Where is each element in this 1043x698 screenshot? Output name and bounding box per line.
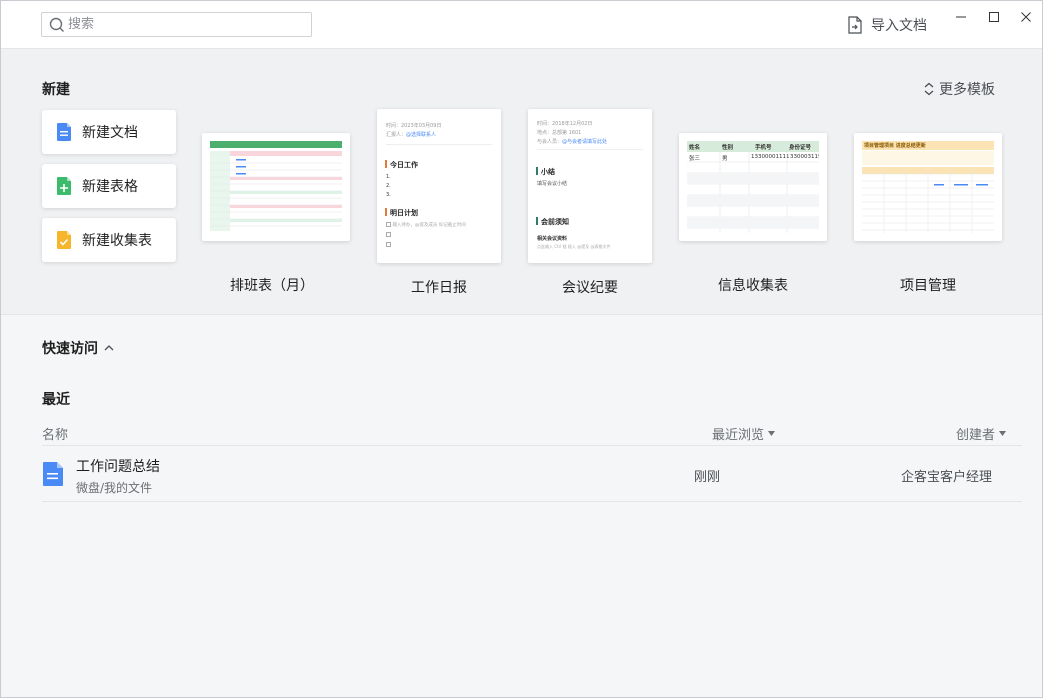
meeting-heading-notice: 会前须知 xyxy=(541,218,569,226)
meeting-place: 地点：总部第 1601 xyxy=(537,130,582,136)
column-header-creator-label: 创建者 xyxy=(956,428,996,443)
close-button[interactable] xyxy=(1013,7,1039,27)
meeting-related-materials: 相关会议资料 xyxy=(537,236,568,242)
checkbox-icon xyxy=(386,222,391,227)
meeting-summary-text: 填写会议小结 xyxy=(537,181,568,187)
recent-file-path: 微盘/我的文件 xyxy=(76,481,153,495)
sort-down-icon xyxy=(999,431,1007,436)
import-file-icon xyxy=(848,16,862,34)
template-project-management-label: 项目管理 xyxy=(900,278,956,294)
meeting-insert-hint: 点此输入 Ctrl 链 插入 @提及 @表格文件 xyxy=(537,244,611,249)
divider xyxy=(42,445,1022,446)
more-templates-label: 更多模板 xyxy=(939,82,995,98)
heading-marker xyxy=(536,167,538,175)
column-header-last-viewed[interactable]: 最近浏览 xyxy=(712,424,776,443)
maximize-button[interactable] xyxy=(981,7,1007,27)
title-bar: 导入文档 xyxy=(1,1,1042,49)
minimize-button[interactable] xyxy=(948,7,974,27)
meeting-heading-summary: 小结 xyxy=(541,168,555,176)
new-document-label: 新建文档 xyxy=(82,125,138,141)
divider xyxy=(386,144,492,145)
new-section-title: 新建 xyxy=(42,82,70,98)
divider xyxy=(537,149,643,150)
sort-down-icon xyxy=(768,431,776,436)
daily-report-reporter-label: 汇报人： xyxy=(386,132,407,138)
template-schedule-label: 排班表（月） xyxy=(230,278,314,294)
more-templates-button[interactable]: 更多模板 xyxy=(923,79,995,99)
column-header-name-label: 名称 xyxy=(42,428,69,443)
daily-report-list: 1. 2. 3. xyxy=(386,174,391,198)
new-document-button[interactable]: 新建文档 xyxy=(42,110,176,154)
search-icon xyxy=(49,17,64,32)
template-project-management-card[interactable]: 项目管理项目 进度总结更新 xyxy=(854,133,1002,241)
maximize-icon xyxy=(989,12,999,22)
template-meeting-minutes-card[interactable]: 时间：2018年12月02日 地点：总部第 1601 与会人员：@与会者请填写此… xyxy=(528,109,652,263)
quick-access-title: 快速访问 xyxy=(42,341,98,357)
sheet-icon xyxy=(57,177,71,195)
recent-title: 最近 xyxy=(42,392,70,408)
template-meeting-minutes-label: 会议纪要 xyxy=(562,280,618,296)
column-header-last-viewed-label: 最近浏览 xyxy=(712,428,765,443)
template-schedule-card[interactable] xyxy=(202,133,350,241)
meeting-date: 时间：2018年12月02日 xyxy=(537,121,593,127)
project-table-grid xyxy=(862,151,994,233)
new-collection-form-label: 新建收集表 xyxy=(82,233,152,249)
meeting-attendees: @与会者请填写此处 xyxy=(562,139,608,145)
column-header-creator[interactable]: 创建者 xyxy=(956,424,1007,443)
schedule-thumbnail xyxy=(210,141,342,231)
checkbox-icon xyxy=(386,232,391,237)
new-spreadsheet-label: 新建表格 xyxy=(82,179,138,195)
heading-marker xyxy=(385,208,387,216)
form-icon xyxy=(57,231,71,249)
minimize-icon xyxy=(956,16,966,18)
recent-file-creator: 企客宝客户经理 xyxy=(901,470,993,485)
daily-report-date: 时间：2023年03月09日 xyxy=(386,123,442,129)
checkbox-icon xyxy=(386,242,391,247)
meeting-attendees-label: 与会人员： xyxy=(537,139,563,145)
close-icon xyxy=(1021,12,1031,22)
new-spreadsheet-button[interactable]: 新建表格 xyxy=(42,164,176,208)
info-table-grid xyxy=(687,141,819,233)
daily-report-reporter: @选择联系人 xyxy=(406,132,437,138)
new-collection-form-button[interactable]: 新建收集表 xyxy=(42,218,176,262)
template-daily-report-card[interactable]: 时间：2023年03月09日 汇报人：@选择联系人 今日工作 1. 2. 3. 明日… xyxy=(377,109,501,263)
app-window: 导入文档 新建 更多模板 新建文档 xyxy=(0,0,1043,698)
daily-report-heading-today: 今日工作 xyxy=(390,161,418,169)
search-input[interactable] xyxy=(68,13,298,36)
daily-report-todos: 输入待办，@提及成员 标记截止时间 xyxy=(386,221,466,251)
heading-marker xyxy=(385,160,387,168)
search-box[interactable] xyxy=(41,12,312,37)
doc-icon xyxy=(57,123,71,141)
new-section: 新建 更多模板 新建文档 新建表格 新建收集表 排班表（月） 时间：2023年0… xyxy=(1,49,1042,315)
recent-file-time: 刚刚 xyxy=(694,470,721,485)
heading-marker xyxy=(536,217,538,225)
doc-icon xyxy=(43,462,63,486)
import-document-label: 导入文档 xyxy=(871,18,927,34)
chevron-up-icon xyxy=(104,345,114,351)
template-info-collection-label: 信息收集表 xyxy=(718,278,788,294)
quick-access-toggle[interactable]: 快速访问 xyxy=(42,338,114,358)
template-daily-report-label: 工作日报 xyxy=(411,280,467,296)
template-info-collection-card[interactable]: 姓名 性别 手机号 身份证号 张三 男 13300001111 33000311… xyxy=(679,133,827,241)
recent-file-row[interactable]: 工作问题总结 微盘/我的文件 刚刚 企客宝客户经理 xyxy=(42,447,1022,501)
import-document-button[interactable]: 导入文档 xyxy=(847,15,927,35)
expand-icon xyxy=(924,82,934,96)
recent-file-name: 工作问题总结 xyxy=(76,459,160,475)
divider xyxy=(42,501,1022,502)
daily-report-todo-placeholder: 输入待办，@提及成员 标记截止时间 xyxy=(392,223,466,228)
daily-report-heading-tomorrow: 明日计划 xyxy=(390,209,418,217)
column-header-name: 名称 xyxy=(42,424,68,443)
